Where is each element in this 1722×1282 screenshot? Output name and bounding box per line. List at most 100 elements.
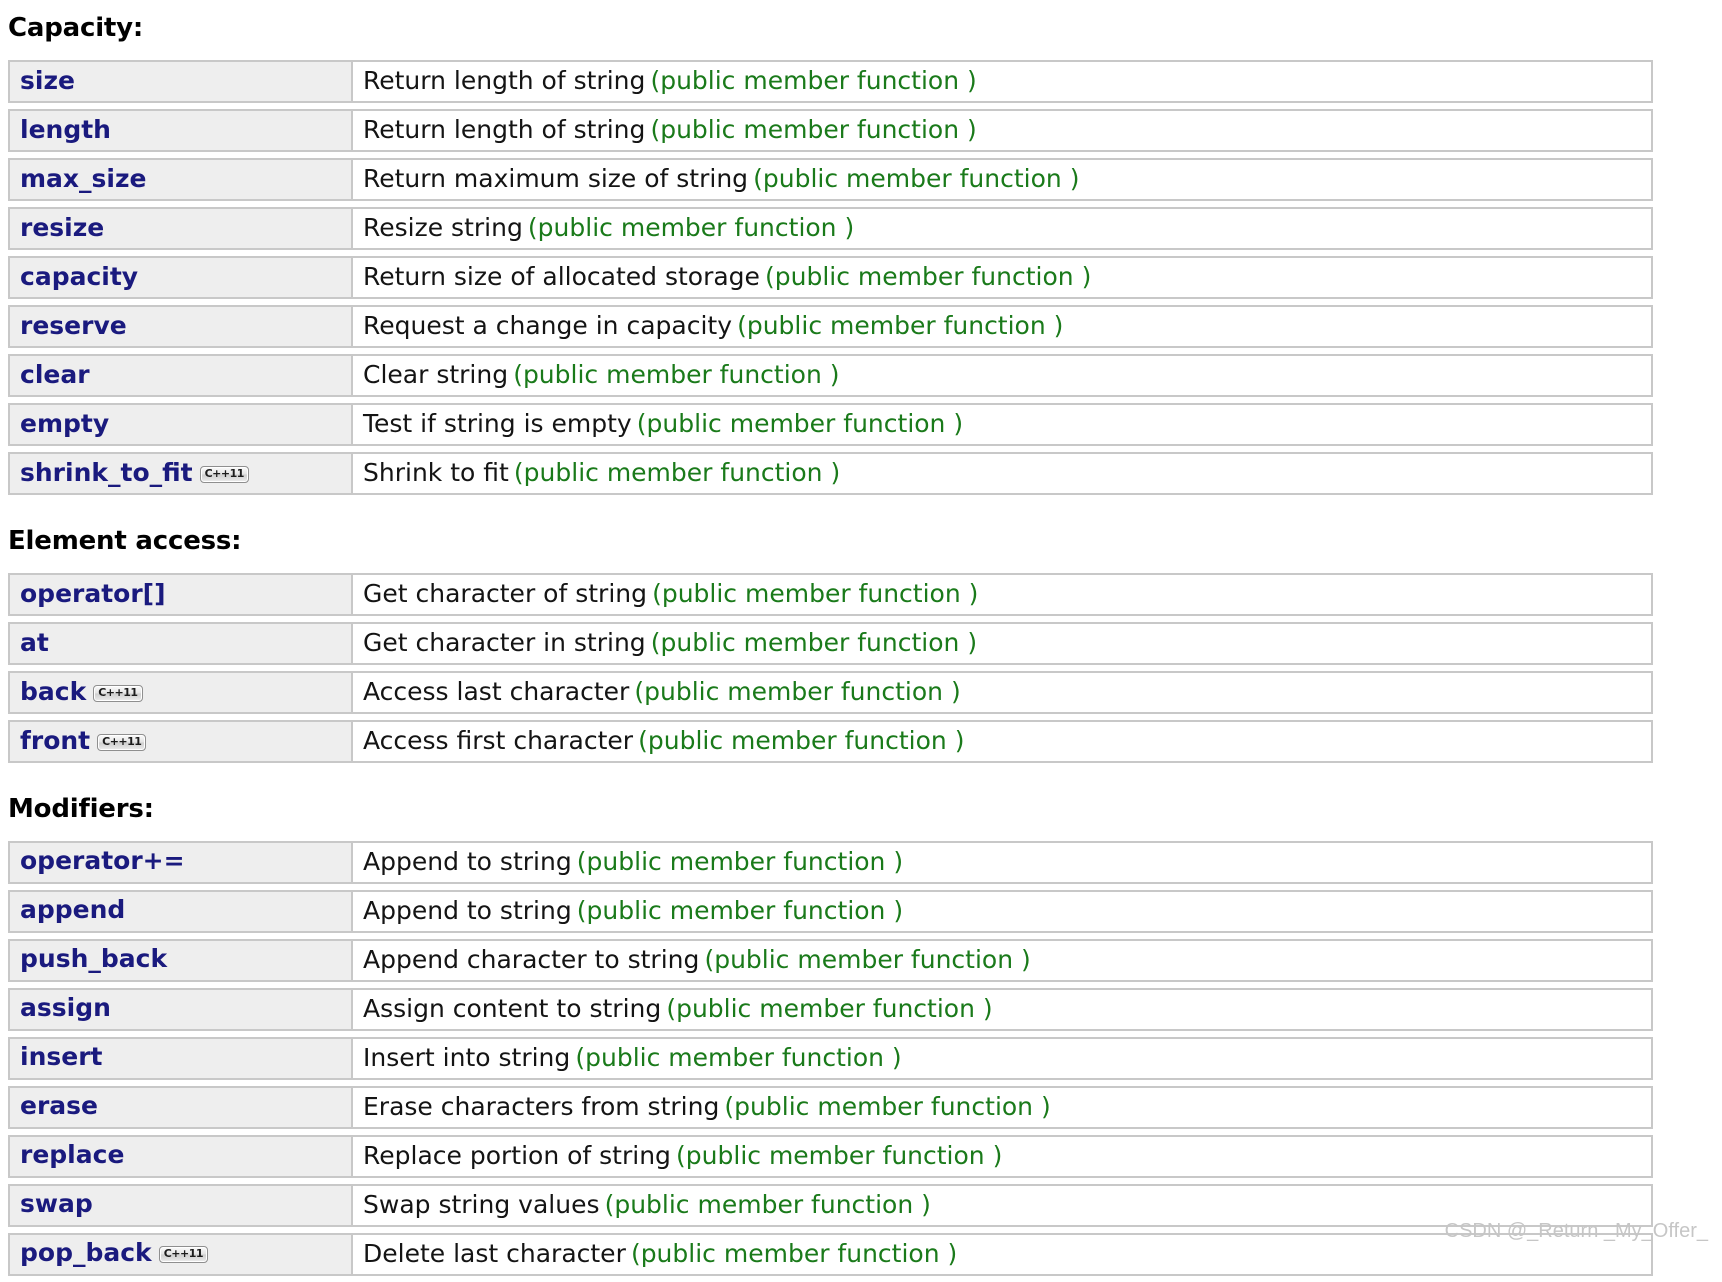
member-name-cell[interactable]: capacity: [8, 255, 353, 299]
member-name-cell[interactable]: assign: [8, 987, 353, 1031]
member-kind-label: (public member function ): [753, 163, 1080, 193]
member-name-cell[interactable]: swap: [8, 1183, 353, 1227]
member-function-link[interactable]: length: [20, 115, 111, 144]
member-kind-label: (public member function ): [527, 212, 855, 242]
member-kind-label: (public member function ): [576, 895, 904, 925]
member-name-cell[interactable]: empty: [8, 402, 353, 446]
member-description-cell: Append to string (public member function…: [353, 889, 1653, 933]
member-description-text: Erase characters from string: [363, 1091, 720, 1121]
member-function-link[interactable]: swap: [20, 1189, 93, 1218]
member-description-text: Delete last character: [363, 1238, 626, 1268]
table-row[interactable]: insert Insert into string (public member …: [8, 1036, 1653, 1080]
member-name-cell[interactable]: front C++11: [8, 719, 353, 763]
member-function-link[interactable]: capacity: [20, 262, 138, 291]
member-section: Modifiers: operator+= Append to string (pu…: [8, 794, 1722, 1282]
member-name-cell[interactable]: max_size: [8, 157, 353, 201]
member-name-cell[interactable]: back C++11: [8, 670, 353, 714]
table-row[interactable]: reserve Request a change in capacity (pub…: [8, 304, 1653, 348]
table-row[interactable]: shrink_to_fit C++11 Shrink to fit (public …: [8, 451, 1653, 495]
member-function-link[interactable]: size: [20, 66, 75, 95]
member-name-cell[interactable]: shrink_to_fit C++11: [8, 451, 353, 495]
cpp11-badge-icon: C++11: [158, 1246, 209, 1264]
member-function-link[interactable]: push_back: [20, 944, 167, 973]
member-kind-label: (public member function ): [724, 1091, 1051, 1121]
member-description-text: Return maximum size of string: [363, 163, 749, 193]
member-section: Capacity: size Return length of string (pu…: [8, 13, 1722, 501]
table-row[interactable]: length Return length of string (public me…: [8, 108, 1653, 152]
member-name-cell[interactable]: clear: [8, 353, 353, 397]
member-name-cell[interactable]: resize: [8, 206, 353, 250]
member-function-link[interactable]: insert: [20, 1042, 102, 1071]
member-name-cell[interactable]: push_back: [8, 938, 353, 982]
table-row[interactable]: front C++11 Access first character (public…: [8, 719, 1653, 763]
table-row[interactable]: push_back Append character to string (pub…: [8, 938, 1653, 982]
member-kind-label: (public member function ): [513, 457, 841, 487]
member-function-link[interactable]: max_size: [20, 164, 147, 193]
cpp11-badge-icon: C++11: [93, 684, 143, 702]
member-function-link[interactable]: replace: [20, 1140, 124, 1169]
member-name-cell[interactable]: replace: [8, 1134, 353, 1178]
member-name-cell[interactable]: operator[]: [8, 572, 353, 616]
member-function-link[interactable]: shrink_to_fit: [20, 458, 193, 487]
member-description-text: Shrink to fit: [363, 457, 509, 487]
member-kind-label: (public member function ): [650, 627, 978, 657]
member-name-cell[interactable]: append: [8, 889, 353, 933]
member-name-cell[interactable]: length: [8, 108, 353, 152]
table-row[interactable]: capacity Return size of allocated storage…: [8, 255, 1653, 299]
member-function-link[interactable]: pop_back: [20, 1238, 152, 1267]
member-section: Element access: operator[] Get character o…: [8, 525, 1722, 769]
member-function-link[interactable]: append: [20, 895, 125, 924]
member-description-cell: Delete last character (public member fun…: [353, 1232, 1653, 1276]
member-name-cell[interactable]: size: [8, 59, 353, 103]
section-title: Capacity:: [8, 13, 144, 43]
member-description-text: Append character to string: [363, 944, 700, 974]
section-title: Element access:: [8, 525, 242, 556]
table-row[interactable]: back C++11 Access last character (public m…: [8, 670, 1653, 714]
member-function-link[interactable]: erase: [20, 1091, 98, 1120]
table-row[interactable]: erase Erase characters from string (publi…: [8, 1085, 1653, 1129]
member-description-cell: Return length of string (public member f…: [353, 108, 1653, 152]
table-row[interactable]: operator[] Get character of string (publi…: [8, 572, 1653, 616]
member-name-cell[interactable]: insert: [8, 1036, 353, 1080]
member-name-cell[interactable]: erase: [8, 1085, 353, 1129]
member-description-cell: Test if string is empty (public member f…: [353, 402, 1653, 446]
member-function-link[interactable]: clear: [20, 360, 90, 389]
table-row[interactable]: empty Test if string is empty (public mem…: [8, 402, 1653, 446]
table-row[interactable]: operator+= Append to string (public membe…: [8, 840, 1653, 884]
member-kind-label: (public member function ): [604, 1189, 931, 1219]
cpp11-badge-icon: C++11: [199, 465, 249, 483]
member-function-link[interactable]: operator+=: [20, 846, 185, 875]
member-function-link[interactable]: at: [20, 628, 49, 657]
table-row[interactable]: resize Resize string (public member funct…: [8, 206, 1653, 250]
member-kind-label: (public member function ): [634, 676, 961, 706]
member-function-link[interactable]: front: [20, 726, 90, 755]
member-function-link[interactable]: empty: [20, 409, 109, 438]
table-row[interactable]: max_size Return maximum size of string (p…: [8, 157, 1653, 201]
member-description-text: Resize string: [363, 212, 523, 242]
table-row[interactable]: assign Assign content to string (public m…: [8, 987, 1653, 1031]
member-name-cell[interactable]: pop_back C++11: [8, 1232, 353, 1276]
member-name-cell[interactable]: operator+=: [8, 840, 353, 884]
member-description-text: Request a change in capacity: [363, 310, 732, 340]
table-row[interactable]: swap Swap string values (public member fu…: [8, 1183, 1653, 1227]
table-row[interactable]: replace Replace portion of string (public…: [8, 1134, 1653, 1178]
table-row[interactable]: append Append to string (public member fu…: [8, 889, 1653, 933]
member-kind-label: (public member function ): [650, 65, 977, 95]
member-kind-label: (public member function ): [676, 1140, 1003, 1170]
table-row[interactable]: pop_back C++11 Delete last character (publ…: [8, 1232, 1653, 1276]
member-kind-label: (public member function ): [666, 993, 993, 1023]
member-description-text: Replace portion of string: [363, 1140, 671, 1170]
member-name-cell[interactable]: at: [8, 621, 353, 665]
table-row[interactable]: at Get character in string (public member…: [8, 621, 1653, 665]
member-function-link[interactable]: resize: [20, 213, 104, 242]
table-row[interactable]: clear Clear string (public member functio…: [8, 353, 1653, 397]
member-name-cell[interactable]: reserve: [8, 304, 353, 348]
member-description-text: Access first character: [363, 725, 634, 755]
member-function-link[interactable]: back: [20, 677, 86, 706]
table-row[interactable]: size Return length of string (public memb…: [8, 59, 1653, 103]
member-function-link[interactable]: reserve: [20, 311, 127, 340]
member-description-cell: Return maximum size of string (public me…: [353, 157, 1653, 201]
member-function-link[interactable]: operator[]: [20, 579, 166, 608]
member-function-link[interactable]: assign: [20, 993, 111, 1022]
member-description-cell: Request a change in capacity (public mem…: [353, 304, 1653, 348]
